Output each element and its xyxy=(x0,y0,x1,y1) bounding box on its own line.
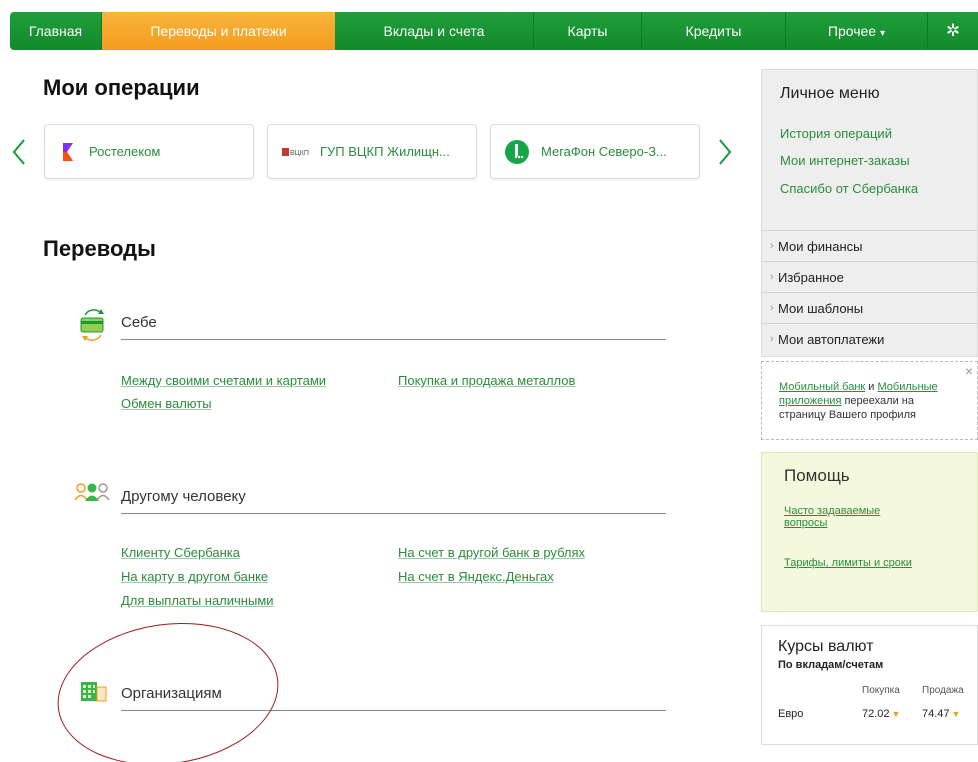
link-tariffs[interactable]: Тарифы, лимиты и сроки xyxy=(784,557,914,569)
link-internet-orders[interactable]: Мои интернет-заказы xyxy=(780,153,910,168)
nav-item-cards[interactable]: Карты xyxy=(534,12,642,50)
megafon-logo-icon xyxy=(505,139,529,164)
menu-item-templates[interactable]: Мои шаблоны xyxy=(762,292,978,324)
mobile-bank-notice: × Мобильный банк и Мобильные приложения … xyxy=(761,361,978,440)
self-transfer-icon xyxy=(79,307,107,346)
link-metals[interactable]: Покупка и продажа металлов xyxy=(398,373,575,388)
gear-icon: ✲ xyxy=(945,21,961,40)
rates-sell-number: 74.47 xyxy=(922,708,950,720)
rates-subtitle: По вкладам/счетам xyxy=(778,659,884,671)
operation-card-label: Ростелеком xyxy=(89,144,161,159)
organizations-heading[interactable]: Организациям xyxy=(121,685,666,711)
rates-title: Курсы валют xyxy=(778,638,874,655)
currency-rates-panel: Курсы валют По вкладам/счетам Покупка Пр… xyxy=(761,625,978,745)
self-transfer-heading: Себе xyxy=(121,314,666,340)
chevron-right-icon xyxy=(719,139,732,165)
help-panel: Помощь Часто задаваемые вопросы Тарифы, … xyxy=(761,452,978,612)
section-title-transfers: Переводы xyxy=(43,236,156,261)
operation-card-label: МегаФон Северо-З... xyxy=(541,144,667,159)
link-cash-payout[interactable]: Для выплаты наличными xyxy=(121,593,274,608)
operation-card-vckp[interactable]: ВЦКП ГУП ВЦКП Жилищн... xyxy=(267,124,477,179)
building-icon xyxy=(80,680,108,707)
link-mobile-bank[interactable]: Мобильный банк xyxy=(779,381,865,393)
link-faq[interactable]: Часто задаваемые вопросы xyxy=(784,505,914,529)
rates-buy-number: 72.02 xyxy=(862,708,890,720)
nav-item-transfers-payments[interactable]: Переводы и платежи xyxy=(102,12,335,50)
page-title-my-operations: Мои операции xyxy=(43,75,200,100)
person-transfer-heading: Другому человеку xyxy=(121,488,666,514)
nav-item-credits[interactable]: Кредиты xyxy=(642,12,786,50)
rates-col-sell: Продажа xyxy=(922,685,964,696)
menu-item-my-finances[interactable]: Мои финансы xyxy=(762,230,978,262)
link-currency-exchange[interactable]: Обмен валюты xyxy=(121,396,212,411)
chevron-left-icon xyxy=(12,139,25,165)
link-yandex-money[interactable]: На счет в Яндекс.Деньгах xyxy=(398,569,554,584)
operation-card-label: ГУП ВЦКП Жилищн... xyxy=(320,144,450,159)
notice-and: и xyxy=(865,381,878,393)
carousel-prev-button[interactable] xyxy=(12,138,26,172)
link-between-own-accounts[interactable]: Между своими счетами и картами xyxy=(121,373,326,388)
rostelecom-logo-icon xyxy=(63,142,73,161)
rates-buy-value: 72.02 ▼ xyxy=(862,708,900,720)
nav-item-home[interactable]: Главная xyxy=(10,12,102,50)
triangle-down-icon: ▼ xyxy=(891,709,901,719)
nav-item-deposits[interactable]: Вклады и счета xyxy=(335,12,534,50)
settings-button[interactable]: ✲ xyxy=(928,12,978,50)
rates-col-buy: Покупка xyxy=(862,685,900,696)
people-icon xyxy=(74,482,110,507)
close-icon[interactable]: × xyxy=(965,364,973,378)
nav-item-other[interactable]: Прочее ▾ xyxy=(786,12,928,50)
chevron-down-icon: ▾ xyxy=(880,28,886,39)
help-title: Помощь xyxy=(784,466,850,485)
link-spasibo[interactable]: Спасибо от Сбербанка xyxy=(780,181,918,196)
personal-menu-panel: Личное меню История операций Мои интерне… xyxy=(761,69,978,357)
link-account-other-bank[interactable]: На счет в другой банк в рублях xyxy=(398,545,585,560)
svg-text:ВЦКП: ВЦКП xyxy=(290,150,309,157)
rates-currency: Евро xyxy=(778,708,804,720)
link-operations-history[interactable]: История операций xyxy=(780,126,892,141)
menu-item-autopayments[interactable]: Мои автоплатежи xyxy=(762,323,978,355)
personal-menu-title: Личное меню xyxy=(780,85,880,102)
menu-item-favorites[interactable]: Избранное xyxy=(762,261,978,293)
top-navigation: Главная Переводы и платежи Вклады и счет… xyxy=(10,12,978,50)
vckp-logo-icon: ВЦКП xyxy=(282,147,309,157)
nav-item-other-label: Прочее xyxy=(827,23,877,39)
triangle-down-icon: ▼ xyxy=(951,709,961,719)
rates-sell-value: 74.47 ▼ xyxy=(922,708,960,720)
operation-card-megafon[interactable]: МегаФон Северо-З... xyxy=(490,124,700,179)
link-card-other-bank[interactable]: На карту в другом банке xyxy=(121,569,268,584)
link-sberbank-client[interactable]: Клиенту Сбербанка xyxy=(121,545,240,560)
operation-card-rostelecom[interactable]: Ростелеком xyxy=(44,124,254,179)
carousel-next-button[interactable] xyxy=(718,138,732,172)
